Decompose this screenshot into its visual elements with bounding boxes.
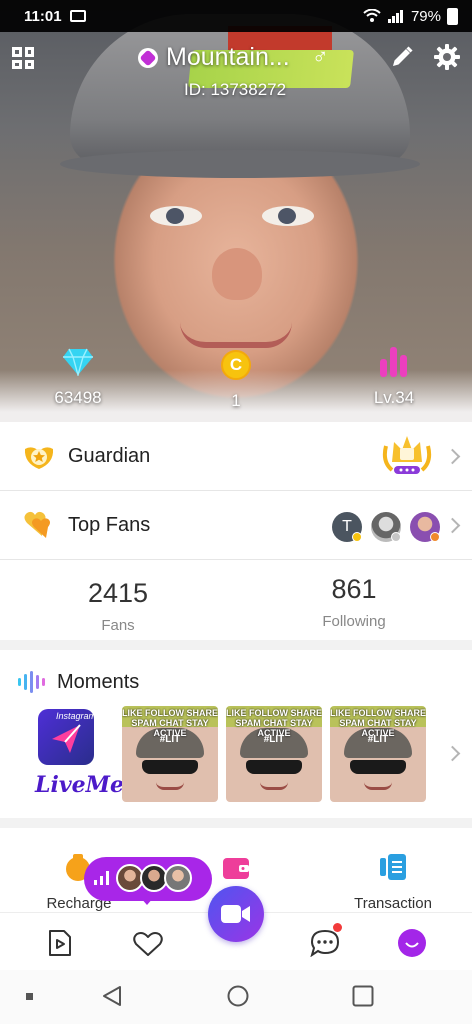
hero-photo-nose bbox=[212, 248, 262, 300]
moment-tag: #LIT bbox=[159, 734, 181, 745]
system-navigation-bar bbox=[0, 970, 472, 1024]
following-count[interactable]: 861 bbox=[274, 574, 434, 605]
following-label: Following bbox=[322, 613, 386, 630]
thumb-smile bbox=[156, 782, 184, 790]
hero-photo-mouth bbox=[180, 322, 292, 348]
row-divider bbox=[0, 559, 472, 560]
fans-count[interactable]: 2415 bbox=[38, 578, 198, 609]
moments-waveform-icon bbox=[18, 671, 45, 693]
level-value: Lv.34 bbox=[373, 388, 415, 407]
battery-percent: 79% bbox=[410, 7, 441, 25]
thumb-smile bbox=[364, 782, 392, 790]
listener-avatar bbox=[164, 864, 192, 892]
moments-label: Moments bbox=[57, 671, 140, 693]
video-camera-icon bbox=[221, 905, 250, 923]
nav-messages-icon[interactable] bbox=[310, 929, 340, 957]
hero-photo-eye bbox=[262, 206, 314, 226]
thumb-sunglasses bbox=[246, 760, 302, 774]
recents-icon[interactable] bbox=[352, 985, 374, 1007]
section-gap bbox=[0, 640, 472, 650]
moment-tag: #LIT bbox=[367, 734, 389, 745]
profile-username: Mountain... bbox=[166, 43, 290, 71]
guardian-star-icon bbox=[24, 447, 54, 469]
nav-profile-icon[interactable] bbox=[398, 929, 426, 957]
income-wallet-icon[interactable] bbox=[223, 855, 249, 879]
moment-thumbnail[interactable]: LIKE FOLLOW SHARE SPAM CHAT STAY ACTIVE … bbox=[330, 706, 426, 802]
signal-icon bbox=[387, 10, 403, 23]
hero-photo-brim bbox=[60, 150, 420, 178]
moment-thumbnail[interactable]: LIKE FOLLOW SHARE SPAM CHAT STAY ACTIVE … bbox=[226, 706, 322, 802]
wifi-icon bbox=[363, 9, 381, 22]
fans-label: Fans bbox=[101, 617, 135, 634]
fan-rank-dot bbox=[352, 532, 362, 542]
liveme-star-icon bbox=[52, 724, 81, 753]
top-fans-hearts-icon bbox=[24, 511, 50, 538]
status-time: 11:01 bbox=[24, 7, 62, 25]
guardian-crown-badge-icon bbox=[382, 436, 432, 474]
gender-male-icon: ♂ bbox=[312, 44, 329, 69]
fan-rank-dot bbox=[430, 532, 440, 542]
thumb-sunglasses bbox=[350, 760, 406, 774]
instagram-caption: Instagram bbox=[56, 711, 97, 721]
battery-icon bbox=[447, 7, 458, 25]
coin-count: 1 bbox=[231, 391, 241, 410]
coin-icon[interactable]: C bbox=[221, 350, 251, 380]
top-fans-row[interactable]: Top Fans T bbox=[0, 491, 472, 559]
sys-menu-dot-icon[interactable] bbox=[26, 993, 33, 1000]
moments-chevron-right-icon[interactable] bbox=[444, 745, 461, 762]
guardian-row[interactable]: Guardian bbox=[0, 422, 472, 490]
message-notification-dot bbox=[333, 923, 342, 932]
home-icon[interactable] bbox=[227, 985, 249, 1007]
level-bars-icon[interactable] bbox=[380, 347, 408, 377]
qr-code-icon[interactable] bbox=[12, 47, 34, 69]
section-gap bbox=[0, 818, 472, 828]
fan-rank-dot bbox=[391, 532, 401, 542]
hero-photo-eye bbox=[150, 206, 202, 226]
transaction-icon[interactable] bbox=[380, 854, 406, 880]
diamond-count: 63498 bbox=[54, 388, 102, 407]
chevron-right-icon bbox=[444, 517, 461, 533]
chevron-right-icon bbox=[444, 448, 461, 464]
settings-gear-icon[interactable] bbox=[433, 43, 461, 71]
thumb-sunglasses bbox=[142, 760, 198, 774]
nav-videos-icon[interactable] bbox=[47, 929, 73, 957]
live-bars-icon bbox=[94, 871, 109, 885]
voicemail-icon bbox=[69, 10, 86, 22]
diamond-icon[interactable] bbox=[62, 348, 94, 376]
user-badge-icon bbox=[138, 48, 158, 68]
nav-favorites-heart-icon[interactable] bbox=[133, 931, 163, 957]
top-fans-label: Top Fans bbox=[68, 513, 151, 536]
edit-pencil-icon[interactable] bbox=[390, 45, 414, 69]
status-bar: 11:01 79% bbox=[0, 0, 472, 32]
back-icon[interactable] bbox=[101, 985, 123, 1007]
go-live-camera-button[interactable] bbox=[208, 886, 264, 942]
moment-tag: #LIT bbox=[263, 734, 285, 745]
moment-thumbnail[interactable]: LIKE FOLLOW SHARE SPAM CHAT STAY ACTIVE … bbox=[122, 706, 218, 802]
thumb-smile bbox=[260, 782, 288, 790]
liveme-logo: LiveMe bbox=[35, 772, 124, 798]
guardian-label: Guardian bbox=[68, 444, 151, 467]
live-listeners-pill[interactable] bbox=[84, 857, 212, 905]
transaction-label[interactable]: Transaction bbox=[338, 895, 448, 912]
profile-id: ID: 13738272 bbox=[184, 80, 287, 99]
